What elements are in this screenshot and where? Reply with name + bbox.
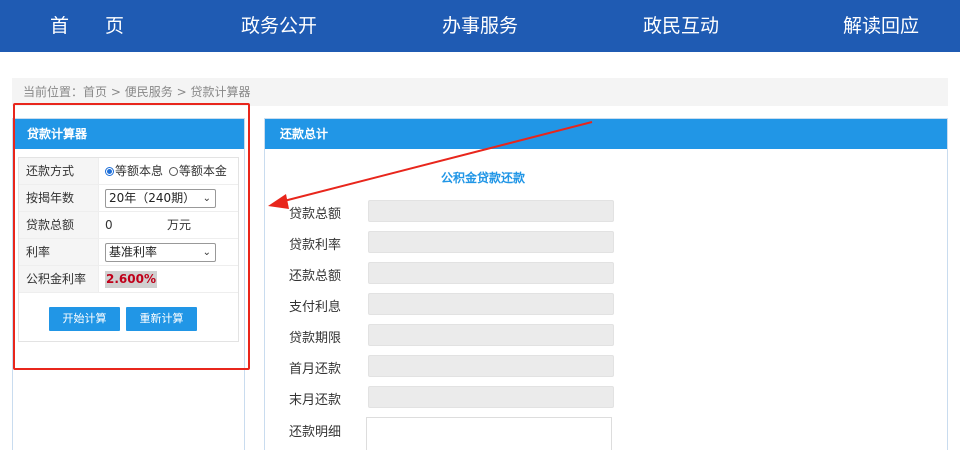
repay-options: 等额本息 等额本金	[105, 158, 227, 184]
result-detail-area[interactable]	[366, 417, 612, 450]
chevron-down-icon: ⌄	[202, 247, 211, 258]
result-field	[368, 355, 614, 377]
amount-input[interactable]: 0	[105, 212, 113, 238]
result-subtitle: 公积金贷款还款	[441, 171, 526, 185]
breadcrumb-services[interactable]: 便民服务	[125, 85, 173, 99]
breadcrumb-sep: >	[176, 85, 187, 99]
result-label: 贷款总额	[289, 207, 342, 222]
option-equal-payment[interactable]: 等额本息	[115, 164, 163, 178]
calculator-title: 贷款计算器	[13, 119, 244, 149]
radio-equal-principal[interactable]	[168, 167, 178, 176]
result-field	[368, 324, 614, 346]
breadcrumb-sep: >	[110, 85, 121, 99]
breadcrumb-prefix: 当前位置：	[23, 85, 84, 99]
chevron-down-icon: ⌄	[202, 193, 211, 204]
result-label: 支付利息	[289, 300, 342, 315]
result-label: 贷款利率	[289, 238, 342, 253]
result-panel: 还款总计 公积金贷款还款 贷款总额 贷款利率 还款总额 支付利息 贷款期限 首月…	[264, 118, 948, 450]
nav-interpretation[interactable]: 解读回应	[843, 0, 919, 52]
result-title: 还款总计	[265, 119, 947, 149]
radio-equal-payment[interactable]	[105, 167, 114, 176]
rate-label: 利率	[19, 239, 99, 265]
row-repay-method: 还款方式 等额本息 等额本金	[19, 158, 238, 185]
nav-interaction[interactable]: 政民互动	[643, 0, 719, 52]
result-field	[368, 386, 614, 408]
fund-rate-label: 公积金利率	[19, 266, 99, 292]
breadcrumb: 当前位置：首页 > 便民服务 > 贷款计算器	[12, 78, 948, 106]
result-field	[368, 293, 614, 315]
result-label: 还款总额	[289, 269, 342, 284]
nav-gov-open[interactable]: 政务公开	[241, 0, 317, 52]
rate-value: 基准利率	[109, 245, 158, 259]
reset-calc-button[interactable]: 重新计算	[126, 307, 197, 331]
row-rate: 利率 基准利率 ⌄	[19, 239, 238, 266]
top-nav: 首 页 政务公开 办事服务 政民互动 解读回应	[0, 0, 960, 52]
years-value: 20年（240期）	[109, 191, 196, 205]
option-equal-principal[interactable]: 等额本金	[179, 164, 227, 178]
years-select[interactable]: 20年（240期） ⌄	[105, 189, 216, 208]
fund-rate-value: 2.600%	[105, 271, 157, 288]
amount-unit: 万元	[167, 218, 192, 232]
row-fund-rate: 公积金利率 2.600%	[19, 266, 238, 293]
years-label: 按揭年数	[19, 185, 99, 211]
result-detail-label: 还款明细	[289, 425, 342, 440]
result-label: 末月还款	[289, 393, 342, 408]
rate-select[interactable]: 基准利率 ⌄	[105, 243, 216, 262]
result-field	[368, 200, 614, 222]
amount-label: 贷款总额	[19, 212, 99, 238]
result-label: 首月还款	[289, 362, 342, 377]
result-field	[368, 262, 614, 284]
breadcrumb-calculator[interactable]: 贷款计算器	[190, 85, 250, 99]
calculator-panel: 贷款计算器 还款方式 等额本息 等额本金 按揭年数 20年（240期） ⌄ 贷款…	[12, 118, 245, 450]
nav-services[interactable]: 办事服务	[442, 0, 518, 52]
result-field	[368, 231, 614, 253]
row-amount: 贷款总额 0 万元	[19, 212, 238, 239]
nav-home[interactable]: 首 页	[50, 0, 139, 52]
row-years: 按揭年数 20年（240期） ⌄	[19, 185, 238, 212]
repay-method-label: 还款方式	[19, 158, 99, 184]
start-calc-button[interactable]: 开始计算	[49, 307, 120, 331]
breadcrumb-home[interactable]: 首页	[83, 85, 107, 99]
result-label: 贷款期限	[289, 331, 342, 346]
